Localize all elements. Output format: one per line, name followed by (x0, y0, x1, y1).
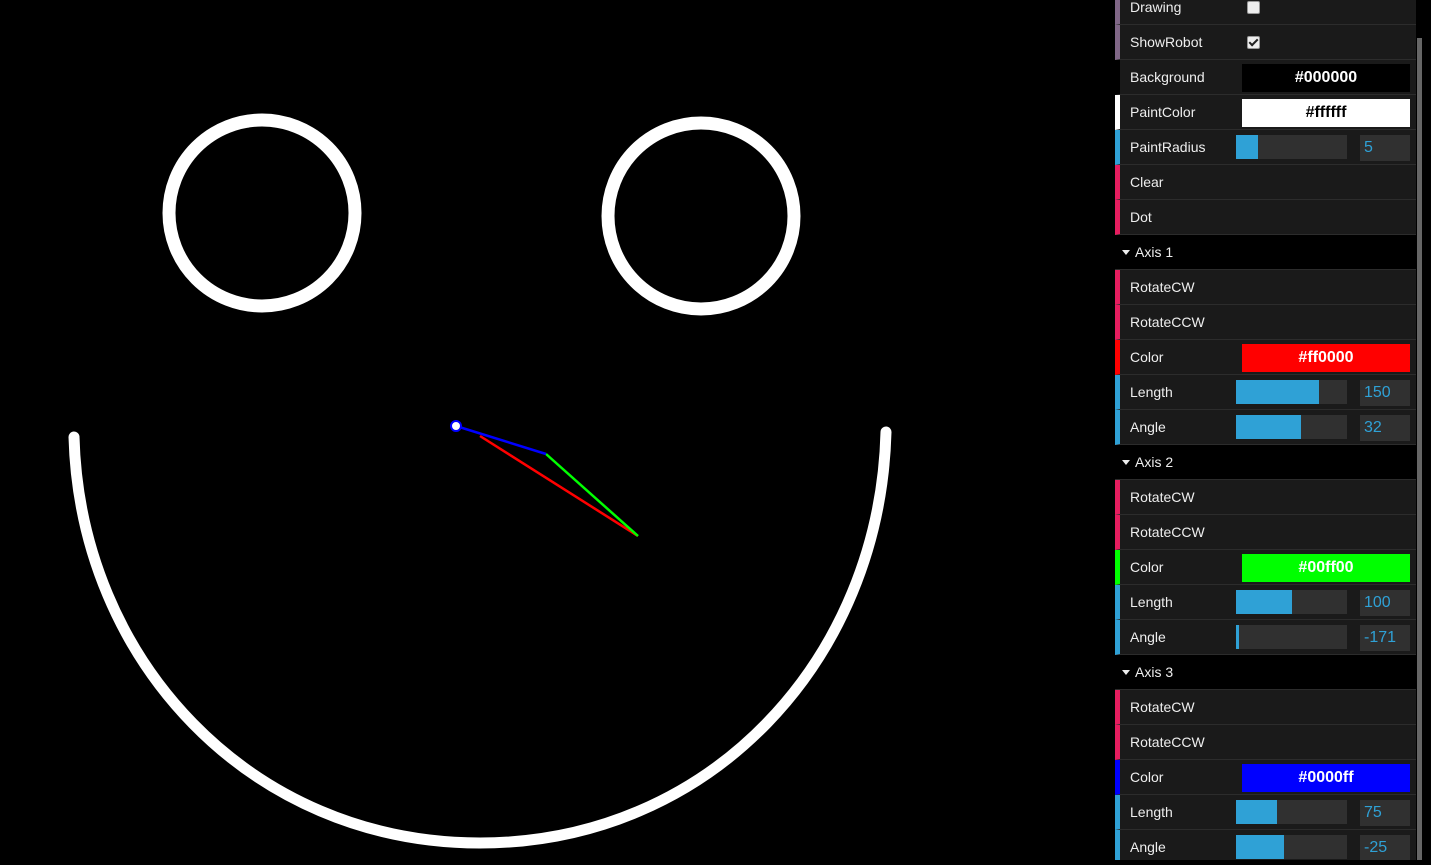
axis-2-folder-title[interactable]: Axis 2 (1115, 445, 1416, 480)
axis-2-angle-slider-fill (1236, 625, 1239, 649)
clear-label: Clear (1130, 174, 1164, 190)
axis-1-rotate-ccw-button[interactable]: RotateCCW (1115, 305, 1416, 340)
axis-3-length-input[interactable]: 75 (1360, 800, 1410, 826)
axis-3-angle-label: Angle (1130, 839, 1166, 855)
axis-1-length-row: Length 150 (1115, 375, 1416, 410)
axis-3-color-row: Color #0000ff (1115, 760, 1416, 795)
axis-1-angle-slider-fill (1236, 415, 1302, 439)
controls-panel: Drawing ShowRobot Background #000000 Pai… (1115, 0, 1416, 860)
paint-radius-input[interactable]: 5 (1360, 135, 1410, 161)
axis-3-length-slider[interactable] (1236, 800, 1347, 824)
clear-button[interactable]: Clear (1115, 165, 1416, 200)
axis-2-angle-slider[interactable] (1236, 625, 1347, 649)
axis-1-rotate-cw-button[interactable]: RotateCW (1115, 270, 1416, 305)
axis-2-length-row: Length 100 (1115, 585, 1416, 620)
axis-3-color-input[interactable]: #0000ff (1242, 764, 1410, 792)
drawing-checkbox[interactable] (1247, 1, 1260, 14)
axis-2-color-label: Color (1130, 559, 1164, 575)
axis-3-angle-slider[interactable] (1236, 835, 1347, 859)
caret-down-icon (1122, 460, 1130, 465)
axis-2-length-input[interactable]: 100 (1360, 590, 1410, 616)
dot-label: Dot (1130, 209, 1152, 225)
axis-3-angle-input[interactable]: -25 (1360, 835, 1410, 860)
axis-3-rotate-cw-label: RotateCW (1130, 699, 1195, 715)
scrollbar-thumb[interactable] (1417, 38, 1422, 860)
axis-1-angle-row: Angle 32 (1115, 410, 1416, 445)
axis-1-rotate-cw-label: RotateCW (1130, 279, 1195, 295)
paint-radius-slider[interactable] (1236, 135, 1347, 159)
paint-color-label: PaintColor (1130, 104, 1196, 120)
background-label: Background (1130, 69, 1205, 85)
caret-down-icon (1122, 670, 1130, 675)
panel-scrollbar[interactable] (1416, 0, 1431, 860)
drawing-toggle-row[interactable]: Drawing (1115, 0, 1416, 25)
axis-3-folder-title[interactable]: Axis 3 (1115, 655, 1416, 690)
axis-3-rotate-ccw-button[interactable]: RotateCCW (1115, 725, 1416, 760)
axis-2-angle-label: Angle (1130, 629, 1166, 645)
robot-pen-tip (450, 420, 462, 432)
axis-3-length-slider-fill (1236, 800, 1278, 824)
paint-radius-slider-fill (1236, 135, 1259, 159)
show-robot-label: ShowRobot (1130, 34, 1203, 50)
axis-1-folder-title[interactable]: Axis 1 (1115, 235, 1416, 270)
axis-3-rotate-cw-button[interactable]: RotateCW (1115, 690, 1416, 725)
paint-radius-label: PaintRadius (1130, 139, 1206, 155)
axis-2-angle-row: Angle -171 (1115, 620, 1416, 655)
axis-2-rotate-ccw-label: RotateCCW (1130, 524, 1205, 540)
axis-1-color-input[interactable]: #ff0000 (1242, 344, 1410, 372)
axis-2-color-input[interactable]: #00ff00 (1242, 554, 1410, 582)
show-robot-checkbox[interactable] (1247, 36, 1260, 49)
axis-1-length-input[interactable]: 150 (1360, 380, 1410, 406)
axis-1-color-label: Color (1130, 349, 1164, 365)
axis-2-length-slider-fill (1236, 590, 1292, 614)
drawing-label: Drawing (1130, 0, 1182, 15)
axis-3-angle-row: Angle -25 (1115, 830, 1416, 860)
axis-2-rotate-ccw-button[interactable]: RotateCCW (1115, 515, 1416, 550)
axis-3-rotate-ccw-label: RotateCCW (1130, 734, 1205, 750)
axis-2-color-row: Color #00ff00 (1115, 550, 1416, 585)
axis-1-angle-slider[interactable] (1236, 415, 1347, 439)
axis-1-length-slider-fill (1236, 380, 1320, 404)
paint-radius-row: PaintRadius 5 (1115, 130, 1416, 165)
axis-1-rotate-ccw-label: RotateCCW (1130, 314, 1205, 330)
axis-1-length-label: Length (1130, 384, 1173, 400)
axis-1-color-row: Color #ff0000 (1115, 340, 1416, 375)
axis-2-length-label: Length (1130, 594, 1173, 610)
canvas-background (0, 0, 1115, 860)
axis-1-angle-label: Angle (1130, 419, 1166, 435)
axis-2-rotate-cw-label: RotateCW (1130, 489, 1195, 505)
caret-down-icon (1122, 250, 1130, 255)
axis-3-color-label: Color (1130, 769, 1164, 785)
axis-3-angle-slider-fill (1236, 835, 1284, 859)
axis-3-title: Axis 3 (1135, 664, 1174, 680)
axis-3-length-row: Length 75 (1115, 795, 1416, 830)
axis-1-title: Axis 1 (1135, 244, 1174, 260)
background-color-row: Background #000000 (1115, 60, 1416, 95)
axis-1-angle-input[interactable]: 32 (1360, 415, 1410, 441)
axis-3-length-label: Length (1130, 804, 1173, 820)
paint-color-input[interactable]: #ffffff (1242, 99, 1410, 127)
axis-2-angle-input[interactable]: -171 (1360, 625, 1410, 651)
paint-color-row: PaintColor #ffffff (1115, 95, 1416, 130)
axis-2-length-slider[interactable] (1236, 590, 1347, 614)
dot-button[interactable]: Dot (1115, 200, 1416, 235)
axis-2-rotate-cw-button[interactable]: RotateCW (1115, 480, 1416, 515)
background-color-input[interactable]: #000000 (1242, 64, 1410, 92)
canvas-svg (0, 0, 1115, 860)
drawing-canvas[interactable] (0, 0, 1115, 860)
axis-2-title: Axis 2 (1135, 454, 1174, 470)
show-robot-toggle-row[interactable]: ShowRobot (1115, 25, 1416, 60)
axis-1-length-slider[interactable] (1236, 380, 1347, 404)
